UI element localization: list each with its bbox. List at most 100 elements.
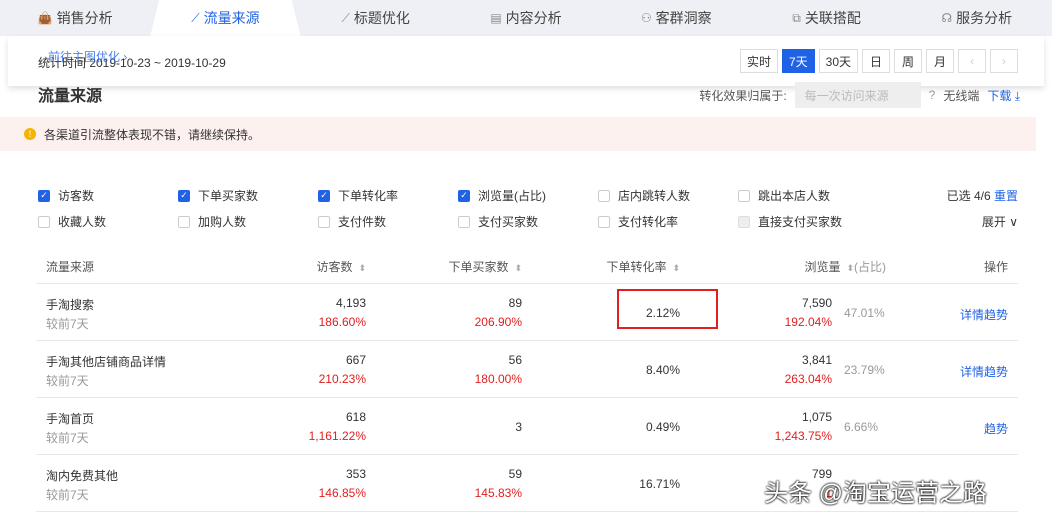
metric-checkbox[interactable]: 跳出本店人数 xyxy=(738,187,830,204)
tab-3[interactable]: ▤ 内容分析 xyxy=(451,0,601,36)
people-icon: ⚇ xyxy=(640,11,652,25)
metric-label: 跳出本店人数 xyxy=(758,189,831,203)
compare-label: 较前7天 xyxy=(46,374,89,388)
detail-trend-link[interactable]: 详情趋势 xyxy=(960,363,1008,380)
reset-button[interactable]: 重置 xyxy=(994,189,1018,203)
download-button[interactable]: 下载 ⤓ xyxy=(987,87,1020,104)
conversion-rate: 8.40% xyxy=(645,363,680,377)
buyers-change: 180.00% xyxy=(474,372,522,386)
views-change: 263.04% xyxy=(784,372,832,386)
range-realtime[interactable]: 实时 xyxy=(739,49,778,73)
metric-label: 加购人数 xyxy=(198,215,247,229)
buyers: 59 xyxy=(508,467,522,481)
checkbox[interactable]: ✓ xyxy=(38,189,50,202)
header-conversion[interactable]: 下单转化率 ⬍ xyxy=(606,258,680,275)
buyers: 89 xyxy=(508,296,522,310)
checkbox[interactable] xyxy=(738,215,750,228)
metric-label: 支付买家数 xyxy=(478,215,539,229)
checkbox[interactable]: ✓ xyxy=(318,189,330,202)
checkbox[interactable] xyxy=(598,189,610,202)
expand-button[interactable]: 展开 ∨ xyxy=(982,213,1018,230)
views: 7,590 xyxy=(801,296,832,310)
metric-checkbox[interactable]: 收藏人数 xyxy=(38,213,106,230)
visitors: 618 xyxy=(345,410,366,424)
range-30d[interactable]: 30天 xyxy=(818,49,858,73)
metric-checkbox[interactable]: ✓ 下单买家数 xyxy=(178,187,258,204)
checkbox[interactable] xyxy=(38,215,50,228)
detail-trend-link[interactable]: 详情趋势 xyxy=(960,306,1008,323)
checkbox[interactable] xyxy=(318,215,330,228)
table-row: 手淘搜索 较前7天 4,193 186.60% 89 206.90% 2.12%… xyxy=(36,284,1018,341)
header-source: 流量来源 xyxy=(46,260,95,274)
metric-label: 直接支付买家数 xyxy=(758,215,843,229)
attribution-select[interactable]: 每一次访问来源 xyxy=(794,82,921,108)
buyers-change: 206.90% xyxy=(474,315,522,329)
conversion-rate: 16.71% xyxy=(639,477,680,491)
section-title: 流量来源 xyxy=(38,88,103,105)
chart-icon: ⟋ xyxy=(191,10,200,25)
selected-count: 已选 4/6 重置 xyxy=(947,187,1018,204)
tab-6[interactable]: ☊ 服务分析 xyxy=(902,0,1052,36)
chart-icon: ⟋ xyxy=(341,10,350,25)
checkbox[interactable] xyxy=(738,189,750,202)
checkbox[interactable] xyxy=(178,215,190,228)
highlight-box xyxy=(617,289,718,329)
header-visitors[interactable]: 访客数 ⬍ xyxy=(316,258,366,275)
range-week[interactable]: 周 xyxy=(894,49,922,73)
detail-trend-link[interactable]: 趋势 xyxy=(984,420,1008,437)
tab-label: 服务分析 xyxy=(956,10,1013,26)
metric-checkbox[interactable]: 支付买家数 xyxy=(458,213,538,230)
tab-label: 内容分析 xyxy=(505,10,562,26)
tab-0[interactable]: 👜 销售分析 xyxy=(0,0,150,36)
views-share: 23.79% xyxy=(844,363,885,377)
prev-button[interactable]: ‹ xyxy=(958,49,986,73)
range-7d[interactable]: 7天 xyxy=(781,49,815,73)
sub-header: 统计时间 2019-10-23 ~ 2019-10-29 前往主图优化 › 实时… xyxy=(8,36,1044,86)
checkbox[interactable] xyxy=(458,215,470,228)
visitors-change: 186.60% xyxy=(318,315,366,329)
buyers: 3 xyxy=(515,420,522,434)
range-month[interactable]: 月 xyxy=(926,49,954,73)
tab-1[interactable]: ⟋ 流量来源 xyxy=(150,0,301,36)
views-change: 1,243.75% xyxy=(774,429,832,443)
header-buyers[interactable]: 下单买家数 ⬍ xyxy=(448,258,522,275)
next-button[interactable]: › xyxy=(990,49,1018,73)
attribution-label: 转化效果归属于: xyxy=(699,88,787,103)
visitors: 667 xyxy=(345,353,366,367)
metric-label: 收藏人数 xyxy=(58,215,107,229)
metric-label: 支付件数 xyxy=(338,215,387,229)
conversion-rate: 0.49% xyxy=(645,420,680,434)
tab-5[interactable]: ⧉ 关联搭配 xyxy=(751,0,901,36)
buyers-change: 145.83% xyxy=(474,486,522,500)
views-change: 192.04% xyxy=(784,315,832,329)
source-name: 手淘首页 xyxy=(46,412,95,426)
help-icon[interactable]: ? xyxy=(929,88,936,102)
checkbox[interactable] xyxy=(598,215,610,228)
metric-checkbox[interactable]: ✓ 浏览量(占比) xyxy=(458,187,546,204)
metric-checkbox[interactable]: 支付件数 xyxy=(318,213,386,230)
metric-checkbox[interactable]: 店内跳转人数 xyxy=(598,187,690,204)
device-select[interactable]: 无线端 xyxy=(943,87,979,104)
goto-main-image-link[interactable]: 前往主图优化 › xyxy=(48,48,127,65)
tab-2[interactable]: ⟋ 标题优化 xyxy=(301,0,451,36)
range-day[interactable]: 日 xyxy=(862,49,890,73)
checkbox[interactable]: ✓ xyxy=(178,189,190,202)
metric-checkbox[interactable]: 直接支付买家数 xyxy=(738,213,842,230)
attribution-controls: 转化效果归属于: 每一次访问来源 ? 无线端 下载 ⤓ xyxy=(699,82,1020,108)
checkbox[interactable]: ✓ xyxy=(458,189,470,202)
views: 1,075 xyxy=(801,410,832,424)
link-icon: ⧉ xyxy=(792,10,801,25)
table-row: 手淘首页 较前7天 618 1,161.22% 3 0.49% 1,075 1,… xyxy=(36,398,1018,455)
views: 3,841 xyxy=(801,353,832,367)
metric-label: 支付转化率 xyxy=(618,215,679,229)
tab-label: 销售分析 xyxy=(56,10,113,26)
metric-checkbox[interactable]: ✓ 下单转化率 xyxy=(318,187,398,204)
tab-label: 关联搭配 xyxy=(804,10,861,26)
doc-icon: ▤ xyxy=(490,11,502,25)
metric-checkbox[interactable]: ✓ 访客数 xyxy=(38,187,94,204)
metric-checkbox[interactable]: 支付转化率 xyxy=(598,213,678,230)
metric-checkbox[interactable]: 加购人数 xyxy=(178,213,246,230)
tab-4[interactable]: ⚇ 客群洞察 xyxy=(601,0,751,36)
header-views[interactable]: 浏览量 ⬍(占比) xyxy=(804,258,886,275)
metric-label: 店内跳转人数 xyxy=(618,189,691,203)
